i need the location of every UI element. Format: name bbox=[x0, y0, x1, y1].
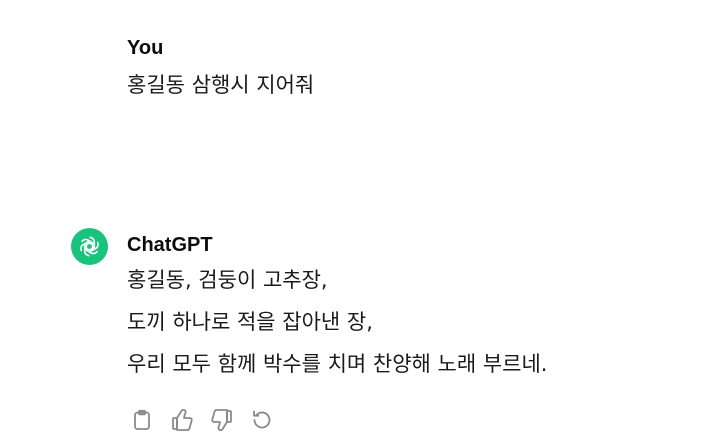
assistant-message-line: 도끼 하나로 적을 잡아낸 장, bbox=[127, 310, 373, 334]
assistant-message: ChatGPT 홍길동, 검둥이 고추장, 도끼 하나로 적을 잡아낸 장, 우… bbox=[127, 233, 702, 391]
thumbs-down-icon bbox=[211, 409, 232, 431]
regenerate-button[interactable] bbox=[249, 407, 275, 433]
assistant-message-line: 우리 모두 함께 박수를 치며 찬양해 노래 부르네. bbox=[127, 352, 548, 376]
assistant-message-text: 홍길동, 검둥이 고추장, 도끼 하나로 적을 잡아낸 장, 우리 모두 함께 … bbox=[127, 265, 702, 391]
thumbs-down-button[interactable] bbox=[209, 407, 235, 433]
clipboard-icon bbox=[134, 409, 150, 430]
thumbs-up-button[interactable] bbox=[169, 407, 195, 433]
thumbs-up-icon bbox=[172, 409, 193, 431]
chatgpt-avatar bbox=[71, 228, 108, 265]
assistant-author-name: ChatGPT bbox=[127, 234, 213, 256]
regenerate-icon bbox=[253, 410, 271, 429]
user-message: You 홍길동 삼행시 지어줘 bbox=[127, 36, 702, 100]
user-author-name: You bbox=[127, 37, 164, 59]
user-message-text: 홍길동 삼행시 지어줘 bbox=[127, 73, 315, 97]
assistant-message-line: 홍길동, 검둥이 고추장, bbox=[127, 268, 328, 292]
message-actions bbox=[129, 407, 275, 433]
copy-button[interactable] bbox=[129, 407, 155, 433]
openai-logo-icon bbox=[78, 236, 101, 257]
